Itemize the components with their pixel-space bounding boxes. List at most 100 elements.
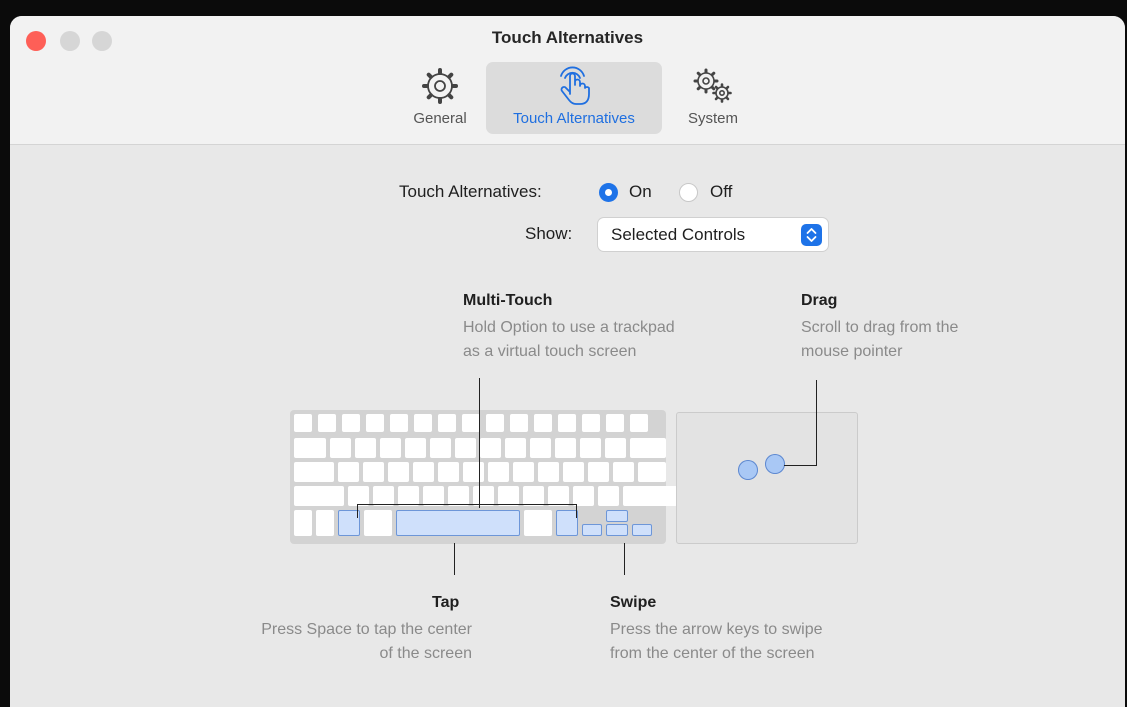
trackpad-illustration [676,412,858,544]
tab-touch-alternatives[interactable]: Touch Alternatives [486,62,662,134]
tap-line-1: Press Space to tap the center [261,621,472,638]
key [294,510,312,536]
key [294,462,334,482]
swipe-line-2: from the center of the screen [610,645,815,662]
key [606,414,624,432]
hand-pointer-icon [486,66,662,106]
multitouch-title: Multi-Touch [463,292,553,309]
key [373,486,394,506]
gear-icon [400,66,480,106]
tab-system[interactable]: System [678,62,748,134]
finger-dot [738,460,758,480]
arrow-down-key [606,524,628,536]
key [555,438,576,458]
drag-title: Drag [801,292,838,309]
multitouch-bracket [357,504,577,505]
key [390,414,408,432]
key [455,438,476,458]
key [513,462,534,482]
multitouch-bracket-right [576,504,577,518]
key [530,438,551,458]
key [316,510,334,536]
multitouch-connector [479,378,480,508]
key [538,462,559,482]
key [380,438,401,458]
key [366,414,384,432]
toolbar: Touch Alternatives General Touch Alterna… [10,16,1125,145]
key [598,486,619,506]
multitouch-line-1: Hold Option to use a trackpad [463,319,675,336]
show-popup-button[interactable]: Selected Controls [598,218,828,251]
key [388,462,409,482]
key [534,414,552,432]
key [623,486,677,506]
key [342,414,360,432]
key [488,462,509,482]
arrow-up-key [606,510,628,522]
key [413,462,434,482]
swipe-title: Swipe [610,594,657,611]
key [523,486,544,506]
tap-title: Tap [432,594,460,611]
key [294,414,312,432]
key [638,462,666,482]
drag-line-1: Scroll to drag from the [801,319,959,336]
tab-touch-alternatives-label: Touch Alternatives [513,110,635,127]
key [524,510,552,536]
multitouch-line-2: as a virtual touch screen [463,343,637,360]
key [364,510,392,536]
drag-description: Scroll to drag from the mouse pointer [801,316,958,364]
key [423,486,444,506]
key [505,438,526,458]
tap-description: Press Space to tap the center of the scr… [170,618,472,666]
key [486,414,504,432]
key [630,438,666,458]
key [548,486,569,506]
key [355,438,376,458]
key [510,414,528,432]
radio-on-label[interactable]: On [629,182,652,202]
drag-line-2: mouse pointer [801,343,903,360]
key [588,462,609,482]
highlighted-key [396,510,520,536]
key [498,486,519,506]
keyboard-illustration [290,410,677,544]
key [330,438,351,458]
key [294,438,326,458]
key [563,462,584,482]
drag-connector [816,380,817,466]
key [448,486,469,506]
key [580,438,601,458]
key [558,414,576,432]
key [430,438,451,458]
settings-window: Touch Alternatives General Touch Alterna… [10,16,1125,707]
key [438,462,459,482]
multitouch-description: Hold Option to use a trackpad as a virtu… [463,316,675,364]
key [363,462,384,482]
key [462,414,480,432]
key [405,438,426,458]
key [573,486,594,506]
key [613,462,634,482]
key [318,414,336,432]
tab-general[interactable]: General [400,62,480,134]
window-title: Touch Alternatives [491,28,644,47]
radio-on[interactable] [599,183,618,202]
gears-icon [678,66,748,106]
tap-connector [454,543,455,575]
tap-line-2: of the screen [379,645,473,662]
key [414,414,432,432]
finger-dot [765,454,785,474]
arrow-key [582,524,602,536]
tab-system-label: System [687,110,738,127]
radio-off[interactable] [679,183,698,202]
highlighted-key [556,510,578,536]
show-label: Show: [525,224,573,243]
key [463,462,484,482]
drag-connector-horizontal [784,465,817,466]
arrow-key [632,524,652,536]
key [294,486,344,506]
key [438,414,456,432]
swipe-line-1: Press the arrow keys to swipe [610,621,823,638]
radio-off-label[interactable]: Off [710,182,732,202]
